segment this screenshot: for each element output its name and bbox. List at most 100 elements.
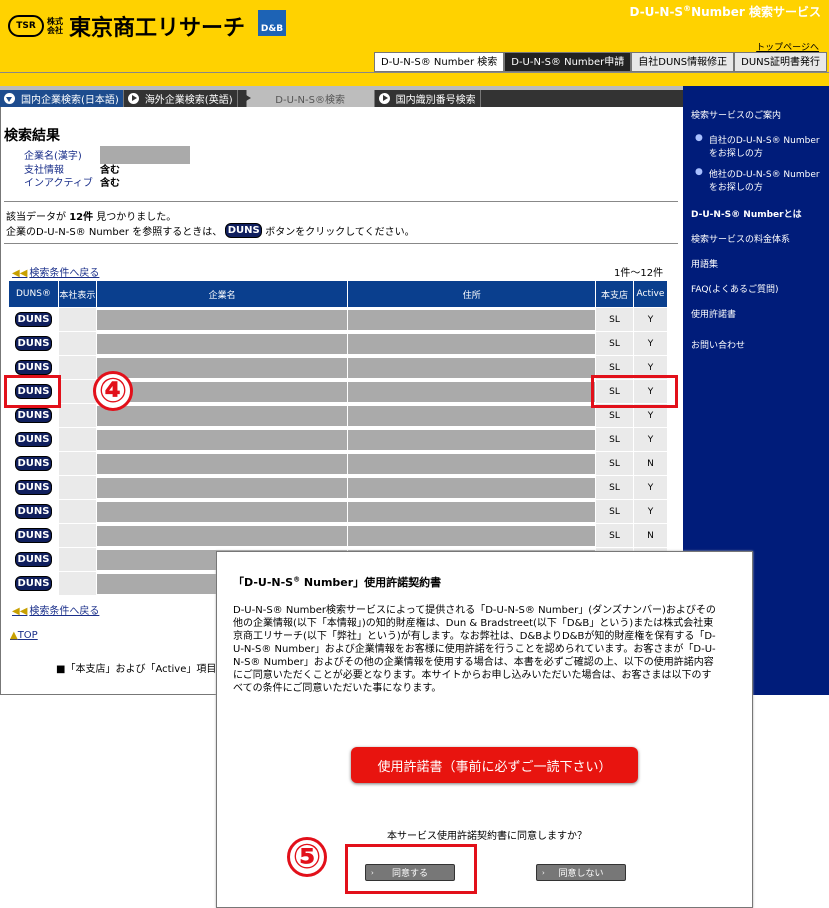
hq-cell (57, 403, 97, 428)
bullet-icon: ● (695, 167, 703, 177)
masked-company (96, 453, 348, 474)
divider (4, 243, 678, 244)
active-cell: N (632, 451, 669, 476)
masked-address (348, 381, 596, 402)
arrow-up-icon: ▲ (10, 630, 18, 641)
address-cell (347, 403, 597, 428)
duns-button[interactable]: DUNS (14, 576, 52, 591)
duns-cell: DUNS (8, 571, 59, 596)
subnav-spacer (238, 90, 251, 107)
company-cell (95, 331, 349, 356)
sidebar-item-other-duns[interactable]: ● 他社のD-U-N-S® Numberをお探しの方 (691, 167, 823, 193)
company-cell (95, 499, 349, 524)
masked-address (348, 309, 596, 330)
duns-button[interactable]: DUNS (14, 408, 52, 423)
tsr-logo-name: 東京商工リサーチ (69, 16, 246, 41)
sidebar-item-faq[interactable]: FAQ(よくあるご質問) (691, 282, 823, 295)
duns-sample-button: DUNS (225, 223, 263, 238)
service-title: D-U-N-S®Number 検索サービス (629, 4, 821, 19)
masked-company (96, 501, 348, 522)
duns-button[interactable]: DUNS (14, 360, 52, 375)
company-cell (95, 307, 349, 332)
address-cell (347, 379, 597, 404)
sidebar-item-license[interactable]: 使用許諾書 (691, 307, 823, 320)
masked-company (96, 477, 348, 498)
table-header: DUNS® 本社表示 企業名 住所 本支店 Active (8, 280, 669, 308)
branch-cell: SL (595, 451, 634, 476)
hq-cell (57, 331, 97, 356)
branch-cell: SL (595, 523, 634, 548)
step-4-callout: ④ (93, 371, 133, 411)
active-cell: Y (632, 475, 669, 500)
sidebar-item-glossary[interactable]: 用語集 (691, 257, 823, 270)
duns-button[interactable]: DUNS (14, 528, 52, 543)
license-dialog: 「D-U-N-S® Number」使用許諾契約書 D-U-N-S® Number… (216, 551, 753, 908)
sidebar-item-about-duns[interactable]: D-U-N-S® Numberとは (691, 207, 823, 220)
table-note: ■「本支店」および「Active」項目の (56, 664, 227, 675)
top-link[interactable]: ▲TOP (10, 630, 38, 641)
masked-company (96, 405, 348, 426)
branch-cell: SL (595, 499, 634, 524)
col-duns: DUNS® (8, 280, 59, 308)
back-to-criteria-link-bottom[interactable]: ◀◀ 検索条件へ戻る (12, 602, 99, 617)
duns-button[interactable]: DUNS (14, 432, 52, 447)
tab-duns-apply[interactable]: D-U-N-S® Number申請 (504, 52, 632, 72)
tsr-logo[interactable]: TSR 株式会社 東京商工リサーチ (8, 10, 245, 42)
criteria-label: インアクティブ (24, 178, 93, 189)
col-branch: 本支店 (595, 280, 634, 308)
subnav-domestic[interactable]: 国内企業検索(日本語) (0, 90, 124, 107)
tab-duns-certificate[interactable]: DUNS証明書発行 (734, 52, 827, 72)
sidebar-item-pricing[interactable]: 検索サービスの料金体系 (691, 232, 823, 245)
company-cell (95, 379, 349, 404)
masked-company (96, 357, 348, 378)
sidebar-item-own-duns[interactable]: ● 自社のD-U-N-S® Numberをお探しの方 (691, 133, 823, 159)
disagree-button[interactable]: › 同意しない (536, 864, 626, 881)
criteria-inactive: インアクティブ 含む (24, 177, 190, 190)
tab-own-duns-edit[interactable]: 自社DUNS情報修正 (631, 52, 735, 72)
subnav-label: 国内企業検索(日本語) (21, 95, 119, 106)
duns-button[interactable]: DUNS (14, 456, 52, 471)
duns-button[interactable]: DUNS (14, 480, 52, 495)
duns-button[interactable]: DUNS (14, 312, 52, 327)
active-cell: N (632, 523, 669, 548)
table-row: DUNS SL N (8, 523, 669, 548)
back-to-criteria-link[interactable]: ◀◀ 検索条件へ戻る (12, 264, 99, 279)
highlight-status (591, 375, 678, 408)
hq-cell (57, 427, 97, 452)
company-cell (95, 475, 349, 500)
duns-button[interactable]: DUNS (14, 336, 52, 351)
duns-button[interactable]: DUNS (14, 552, 52, 567)
view-license-button[interactable]: 使用許諾書（事前に必ずご一読下さい） (351, 747, 638, 783)
sidebar-item-label: 自社のD-U-N-S® Numberをお探しの方 (708, 136, 820, 159)
tab-duns-search[interactable]: D-U-N-S® Number 検索 (374, 52, 505, 72)
masked-company (96, 525, 348, 546)
highlight-agree (345, 844, 477, 894)
sidebar-title[interactable]: 検索サービスのご案内 (691, 108, 823, 121)
main-tabs: D-U-N-S® Number 検索 D-U-N-S® Number申請 自社D… (374, 52, 827, 72)
double-arrow-left-icon: ◀◀ (12, 268, 28, 279)
masked-address (348, 525, 596, 546)
masked-company (96, 333, 348, 354)
hq-cell (57, 307, 97, 332)
subnav-overseas[interactable]: 海外企業検索(英語) (124, 90, 238, 107)
tsr-logo-mark: TSR (8, 15, 44, 37)
subnav-label: 国内識別番号検索 (395, 95, 476, 106)
duns-button[interactable]: DUNS (14, 504, 52, 519)
subnav-duns[interactable]: D-U-N-S®検索 (246, 90, 375, 107)
company-cell (95, 427, 349, 452)
duns-cell: DUNS (8, 547, 59, 572)
address-cell (347, 331, 597, 356)
sidebar-item-contact[interactable]: お問い合わせ (691, 338, 823, 351)
play-icon (127, 93, 139, 104)
table-row: DUNS SL Y (8, 427, 669, 452)
masked-address (348, 453, 596, 474)
address-cell (347, 499, 597, 524)
masked-address (348, 501, 596, 522)
hq-cell (57, 451, 97, 476)
duns-cell: DUNS (8, 427, 59, 452)
criteria-label: 支社情報 (24, 165, 64, 176)
subnav-id-number[interactable]: 国内識別番号検索 (375, 90, 481, 107)
hq-cell (57, 379, 97, 404)
criteria-value: 含む (100, 178, 120, 189)
company-cell (95, 403, 349, 428)
